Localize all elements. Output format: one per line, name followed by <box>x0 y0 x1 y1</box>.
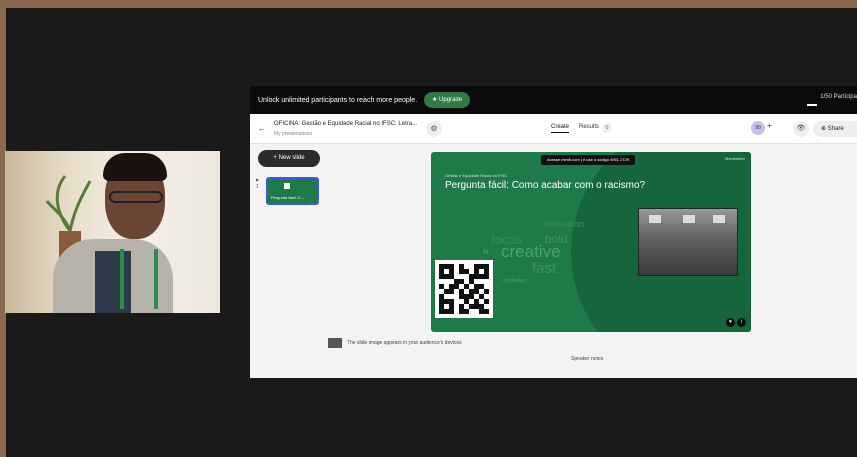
qr-code <box>435 260 493 318</box>
speaker-notes[interactable]: Speaker notes <box>571 356 603 362</box>
info-icon[interactable]: i <box>737 318 746 327</box>
heart-icon[interactable]: ♥ <box>726 318 735 327</box>
slide-marker-icon: ▶ <box>256 177 260 182</box>
word-cloud-word: fast <box>532 260 557 277</box>
tab-results[interactable]: Results <box>579 124 599 130</box>
upgrade-button[interactable]: ★ Upgrade <box>424 92 471 108</box>
banner-text: Unlock unlimited participants to reach m… <box>258 96 418 104</box>
person-lanyard <box>120 249 158 309</box>
mentimeter-app: Unlock unlimited participants to reach m… <box>250 86 857 378</box>
photo-sign <box>649 215 661 223</box>
webcam-video <box>5 151 220 313</box>
photo-sign <box>683 215 695 223</box>
participants-progress <box>807 104 817 106</box>
image-icon <box>328 338 342 348</box>
presentation-topbar: ← OFICINA: Gestão e Equidade Racial no I… <box>250 114 857 144</box>
person-hair <box>103 153 167 181</box>
back-arrow-icon[interactable]: ← <box>258 124 266 133</box>
share-button[interactable]: ⊕ Share <box>813 121 857 137</box>
slide-image-hint: The slide image appears in your audience… <box>328 338 462 348</box>
word-cloud-word: innovation <box>543 219 585 229</box>
protest-photo <box>638 208 738 276</box>
slide-thumbnail-label: Pergunta fácil: C... <box>271 195 304 200</box>
upgrade-banner: Unlock unlimited participants to reach m… <box>250 86 857 114</box>
tab-create[interactable]: Create <box>551 124 570 133</box>
participants-count: 1/50 Participa <box>820 94 857 100</box>
new-slide-button[interactable]: + New slide <box>258 150 320 167</box>
word-cloud-word: inspiration <box>503 278 526 284</box>
photo-sign <box>713 215 725 223</box>
slide-type-icon <box>284 183 290 189</box>
slide-thumbnail[interactable]: Pergunta fácil: C... <box>266 177 319 205</box>
qr-module <box>484 309 489 314</box>
word-cloud-word: fit <box>483 249 489 256</box>
mentimeter-logo: Mentimeter <box>724 156 745 161</box>
gear-icon[interactable]: ⚙ <box>426 121 442 137</box>
slide-canvas[interactable]: Acesse menti.com | e use o código 4951 2… <box>431 152 751 332</box>
slide-question: Pergunta fácil: Como acabar com o racism… <box>445 180 646 191</box>
join-code-pill: Acesse menti.com | e use o código 4951 2… <box>541 155 635 165</box>
eye-icon[interactable]: 👁 <box>793 121 809 137</box>
avatar[interactable]: 90 <box>751 121 765 135</box>
results-count-badge: 0 <box>602 123 612 133</box>
hint-text: The slide image appears in your audience… <box>347 340 462 346</box>
breadcrumb-my-presentations[interactable]: My presentations <box>274 131 312 137</box>
slide-small-title: Gestão e Equidade Racial no IFSC <box>445 173 508 178</box>
person-glasses <box>109 191 163 203</box>
word-cloud-word: creative <box>501 242 561 261</box>
plus-icon[interactable]: + <box>767 121 772 130</box>
presentation-title[interactable]: OFICINA: Gestão e Equidade Racial no IFS… <box>274 121 417 127</box>
slide-number: 1 <box>256 184 259 190</box>
